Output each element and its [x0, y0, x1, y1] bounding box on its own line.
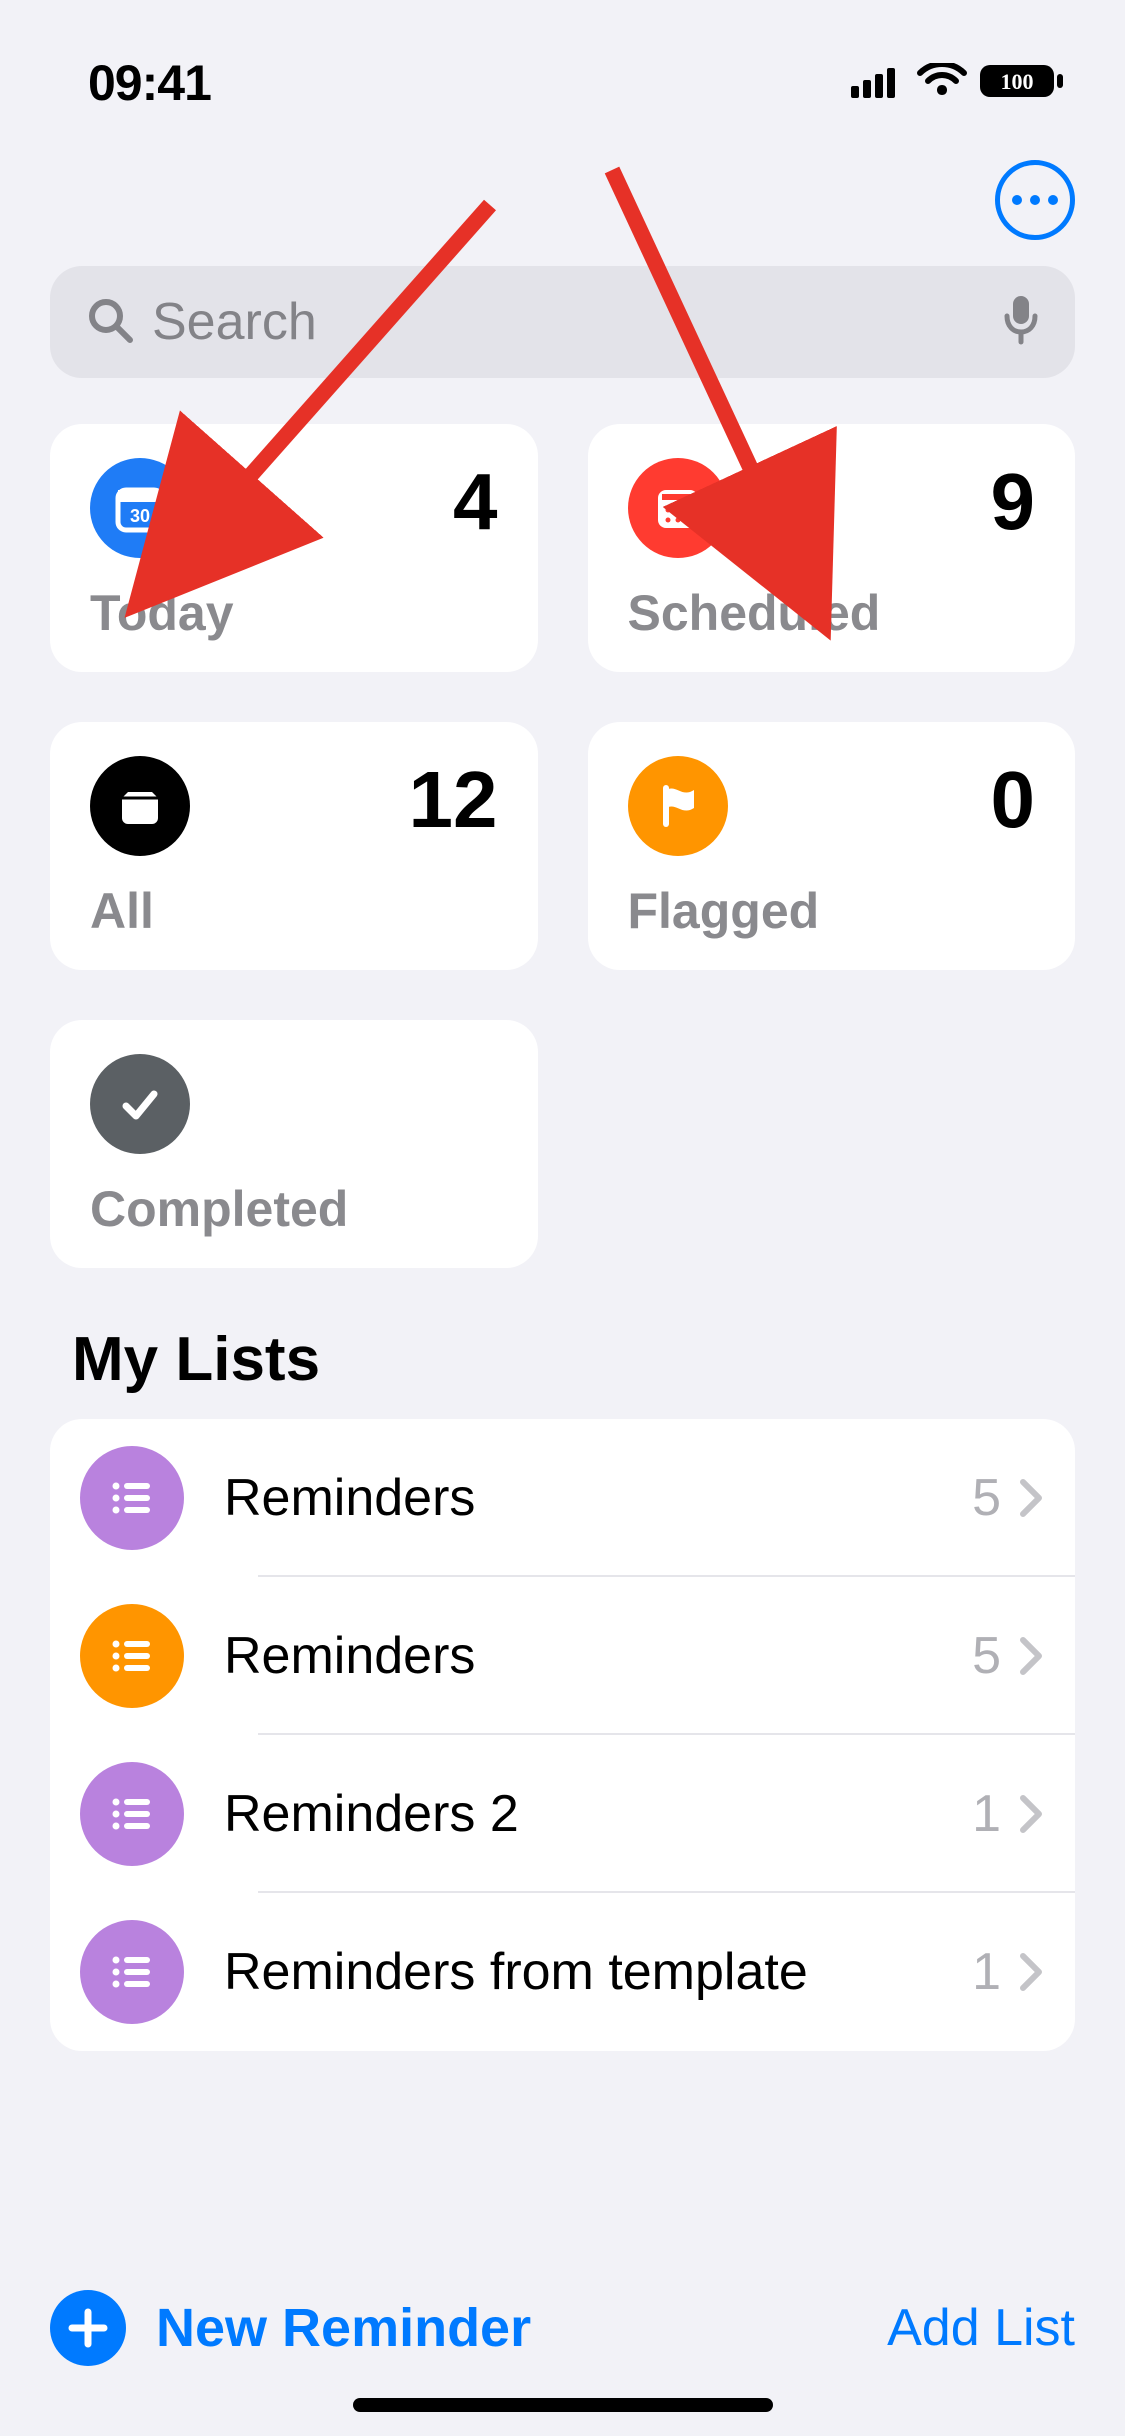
microphone-icon[interactable]	[1003, 294, 1039, 351]
flagged-icon	[628, 756, 728, 856]
scheduled-count: 9	[991, 458, 1036, 542]
completed-icon	[90, 1054, 190, 1154]
chevron-right-icon	[1017, 1634, 1045, 1678]
smart-list-completed[interactable]: Completed	[50, 1020, 538, 1268]
status-indicators: 100	[851, 62, 1065, 105]
search-field[interactable]	[50, 266, 1075, 378]
chevron-right-icon	[1017, 1950, 1045, 1994]
new-reminder-button[interactable]: New Reminder	[50, 2290, 531, 2366]
home-indicator[interactable]	[353, 2398, 773, 2412]
all-label: All	[90, 882, 498, 940]
search-input[interactable]	[152, 292, 985, 352]
scheduled-label: Scheduled	[628, 584, 1036, 642]
more-dot-icon	[1012, 195, 1022, 205]
smart-list-all[interactable]: 12 All	[50, 722, 538, 970]
list-count: 1	[972, 1942, 1001, 2002]
today-count: 4	[453, 458, 498, 542]
more-dot-icon	[1048, 195, 1058, 205]
cellular-icon	[851, 64, 905, 103]
today-label: Today	[90, 584, 498, 642]
my-lists-header: My Lists	[0, 1268, 1125, 1419]
scheduled-icon	[628, 458, 728, 558]
list-icon	[80, 1446, 184, 1550]
list-name: Reminders from template	[224, 1942, 972, 2002]
search-icon	[86, 296, 134, 349]
battery-level-text: 100	[1001, 69, 1034, 94]
list-icon	[80, 1920, 184, 2024]
list-row[interactable]: Reminders5	[50, 1577, 1075, 1735]
flagged-count: 0	[991, 756, 1036, 840]
add-list-button[interactable]: Add List	[887, 2298, 1075, 2358]
list-name: Reminders 2	[224, 1784, 972, 1844]
list-row[interactable]: Reminders5	[50, 1419, 1075, 1577]
status-bar: 09:41 100	[0, 0, 1125, 130]
wifi-icon	[917, 63, 967, 104]
toolbar: New Reminder Add List	[0, 2290, 1125, 2366]
all-count: 12	[409, 756, 498, 840]
list-row[interactable]: Reminders 21	[50, 1735, 1075, 1893]
chevron-right-icon	[1017, 1792, 1045, 1836]
list-name: Reminders	[224, 1626, 972, 1686]
more-button[interactable]	[995, 160, 1075, 240]
today-icon: 30	[90, 458, 190, 558]
list-icon	[80, 1604, 184, 1708]
smart-list-flagged[interactable]: 0 Flagged	[588, 722, 1076, 970]
status-time: 09:41	[88, 54, 211, 112]
more-dot-icon	[1030, 195, 1040, 205]
all-icon	[90, 756, 190, 856]
completed-label: Completed	[90, 1180, 498, 1238]
list-icon	[80, 1762, 184, 1866]
svg-text:30: 30	[130, 506, 150, 526]
list-name: Reminders	[224, 1468, 972, 1528]
smart-list-scheduled[interactable]: 9 Scheduled	[588, 424, 1076, 672]
list-row[interactable]: Reminders from template1	[50, 1893, 1075, 2051]
list-count: 5	[972, 1626, 1001, 1686]
my-lists: Reminders5Reminders5Reminders 21Reminder…	[50, 1419, 1075, 2051]
plus-icon	[50, 2290, 126, 2366]
battery-icon: 100	[979, 62, 1065, 105]
smart-list-today[interactable]: 30 4 Today	[50, 424, 538, 672]
flagged-label: Flagged	[628, 882, 1036, 940]
list-count: 5	[972, 1468, 1001, 1528]
new-reminder-label: New Reminder	[156, 2297, 531, 2359]
list-count: 1	[972, 1784, 1001, 1844]
chevron-right-icon	[1017, 1476, 1045, 1520]
